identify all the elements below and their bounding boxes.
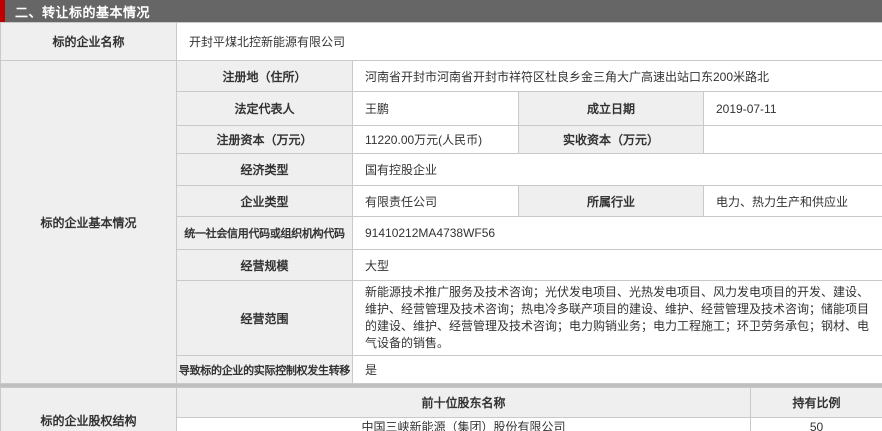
- company-type-value: 有限责任公司: [352, 185, 519, 217]
- basic-info-section-label: 标的企业基本情况: [0, 60, 177, 384]
- legal-rep-value: 王鹏: [352, 91, 519, 126]
- red-accent-bar: [0, 0, 5, 22]
- industry-label: 所属行业: [518, 185, 704, 217]
- control-transfer-value: 是: [351, 355, 882, 384]
- business-scale-label: 经营规模: [176, 249, 353, 281]
- industry-value: 电力、热力生产和供应业: [702, 185, 882, 217]
- basic-info-table: 标的企业名称 开封平煤北控新能源有限公司 标的企业基本情况 注册地（住所） 河南…: [0, 22, 882, 384]
- shareholder-ratio: 50: [750, 417, 882, 431]
- equity-section-label: 标的企业股权结构: [0, 387, 177, 431]
- establish-date-value: 2019-07-11: [702, 91, 882, 126]
- business-scope-value: 新能源技术推广服务及技术咨询；光伏发电项目、光热发电项目、风力发电项目的开发、建…: [351, 280, 882, 356]
- paidin-capital-label: 实收资本（万元）: [518, 125, 704, 154]
- table-row: 标的企业基本情况 注册地（住所） 河南省开封市河南省开封市祥符区杜良乡金三角大广…: [0, 60, 882, 384]
- registered-address-label: 注册地（住所）: [176, 60, 353, 92]
- table-row: 标的企业名称 开封平煤北控新能源有限公司: [0, 22, 882, 61]
- credit-code-value: 91410212MA4738WF56: [351, 216, 882, 250]
- company-type-label: 企业类型: [176, 185, 353, 217]
- legal-rep-label: 法定代表人: [176, 91, 353, 126]
- company-name-label: 标的企业名称: [0, 22, 177, 61]
- business-scale-value: 大型: [351, 249, 882, 281]
- company-name-value: 开封平煤北控新能源有限公司: [175, 22, 882, 61]
- shareholder-name: 中国三峡新能源（集团）股份有限公司: [176, 417, 751, 431]
- section-title: 二、转让标的基本情况: [15, 4, 151, 20]
- control-transfer-label: 导致标的企业的实际控制权发生转移: [176, 355, 353, 384]
- business-scope-label: 经营范围: [176, 280, 353, 356]
- equity-structure-table: 标的企业股权结构 前十位股东名称 持有比例 中国三峡新能源（集团）股份有限公司 …: [0, 387, 882, 431]
- shareholder-name-column-header: 前十位股东名称: [176, 387, 751, 418]
- economic-type-value: 国有控股企业: [351, 153, 882, 186]
- registered-capital-label: 注册资本（万元）: [176, 125, 353, 154]
- section-titlebar: 二、转让标的基本情况: [0, 0, 882, 22]
- establish-date-label: 成立日期: [518, 91, 704, 126]
- table-row: 标的企业股权结构 前十位股东名称 持有比例: [0, 387, 882, 431]
- transfer-target-info-panel: 二、转让标的基本情况 标的企业名称 开封平煤北控新能源有限公司 标的企业基本情况…: [0, 0, 882, 431]
- paidin-capital-value: [702, 125, 882, 154]
- holding-ratio-column-header: 持有比例: [750, 387, 882, 418]
- registered-capital-value: 11220.00万元(人民币): [352, 125, 519, 154]
- economic-type-label: 经济类型: [176, 153, 353, 186]
- credit-code-label: 统一社会信用代码或组织机构代码: [176, 216, 353, 250]
- registered-address-value: 河南省开封市河南省开封市祥符区杜良乡金三角大广高速出站口东200米路北: [351, 60, 882, 92]
